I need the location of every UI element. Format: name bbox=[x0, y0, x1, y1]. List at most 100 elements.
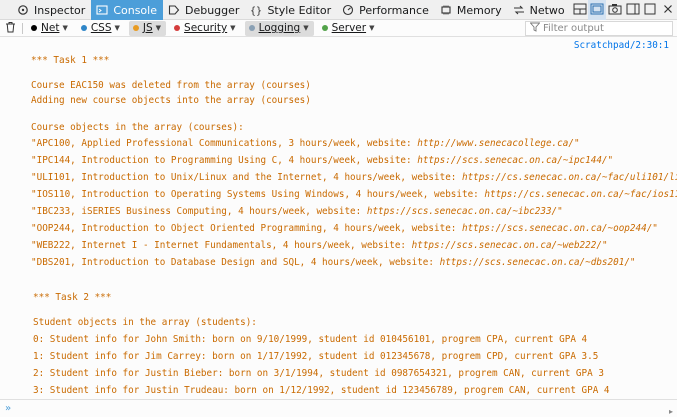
filter-css-button[interactable]: CSS ▼ bbox=[77, 21, 125, 36]
chevron-down-icon: ▼ bbox=[114, 24, 120, 32]
tab-label: Memory bbox=[456, 3, 502, 17]
close-devtools-button[interactable] bbox=[659, 0, 677, 20]
log-student-item: 2: Student info for Justin Bieber: born … bbox=[33, 368, 604, 379]
tab-label: Style Editor bbox=[267, 3, 332, 17]
tab-network[interactable]: Netwo bbox=[508, 0, 571, 20]
dock-button[interactable] bbox=[624, 0, 642, 20]
log-course-list-header: Course objects in the array (courses): bbox=[31, 122, 244, 133]
course-text: "WEB222, Internet I - Internet Fundament… bbox=[31, 240, 412, 251]
undock-button[interactable] bbox=[642, 0, 660, 20]
filter-output-input[interactable] bbox=[543, 23, 671, 34]
course-website-link[interactable]: https://cs.senecac.on.ca/~fac/ios110 bbox=[484, 189, 677, 200]
tab-performance[interactable]: Performance bbox=[337, 0, 435, 20]
clear-console-button[interactable] bbox=[0, 20, 20, 37]
svg-text:{}: {} bbox=[250, 6, 262, 16]
console-input-bar: » ▸ bbox=[0, 399, 677, 417]
course-text: "IPC144, Introduction to Programming Usi… bbox=[31, 155, 418, 166]
split-layout-icon bbox=[573, 3, 587, 18]
window-icon bbox=[643, 3, 657, 18]
tab-label: Netwo bbox=[529, 3, 565, 17]
chevron-down-icon: ▼ bbox=[369, 24, 375, 32]
course-website-link[interactable]: https://scs.senecac.on.ca/~oop244/ bbox=[462, 223, 652, 234]
filter-label: CSS bbox=[90, 22, 112, 34]
memory-icon bbox=[440, 4, 452, 16]
network-icon bbox=[513, 4, 525, 16]
screenshot-button[interactable] bbox=[606, 0, 624, 20]
tab-label: Console bbox=[113, 3, 157, 17]
filter-net-button[interactable]: Net ▼ bbox=[27, 21, 73, 36]
filter-label: Security bbox=[184, 22, 228, 34]
filter-server-button[interactable]: Server ▼ bbox=[318, 21, 380, 36]
log-student-item: 1: Student info for Jim Carrey: born on … bbox=[33, 351, 599, 362]
security-dot-icon bbox=[174, 25, 181, 31]
filter-js-button[interactable]: JS ▼ bbox=[128, 20, 167, 36]
inspector-icon bbox=[17, 4, 29, 16]
course-website-link[interactable]: https://scs.senecac.on.ca/~ibc233/ bbox=[367, 206, 557, 217]
course-website-link[interactable]: https://scs.senecac.on.ca/~ipc144/ bbox=[417, 155, 607, 166]
log-task2-header: *** Task 2 *** bbox=[33, 292, 112, 303]
log-course-item: "DBS201, Introduction to Database Design… bbox=[31, 257, 636, 268]
scroll-arrow-icon[interactable]: ▸ bbox=[666, 405, 676, 417]
console-icon bbox=[96, 4, 108, 16]
dock-side-icon bbox=[626, 3, 640, 18]
tab-inspector[interactable]: Inspector bbox=[0, 0, 91, 20]
course-website-link[interactable]: https://cs.senecac.on.ca/~fac/uli101/liv… bbox=[462, 172, 677, 183]
log-course-item: "APC100, Applied Professional Communicat… bbox=[31, 138, 580, 149]
js-dot-icon bbox=[132, 25, 139, 31]
course-text-end: " bbox=[573, 138, 580, 149]
devtools-toolbar: Inspector Console Debugger {} Style Edit… bbox=[0, 0, 677, 20]
course-website-link[interactable]: https://scs.senecac.on.ca/~web222/ bbox=[412, 240, 602, 251]
tab-label: Debugger bbox=[184, 3, 240, 17]
performance-icon bbox=[342, 4, 354, 16]
log-adding-courses: Adding new course objects into the array… bbox=[31, 95, 311, 106]
filter-security-button[interactable]: Security ▼ bbox=[170, 21, 241, 36]
console-filter-bar: Net ▼ CSS ▼ JS ▼ Security ▼ Logging ▼ Se… bbox=[0, 20, 677, 37]
course-text: "IOS110, Introduction to Operating Syste… bbox=[31, 189, 485, 200]
filter-logging-button[interactable]: Logging ▼ bbox=[244, 20, 314, 36]
filter-output-box[interactable] bbox=[525, 21, 673, 36]
filter-label: JS bbox=[142, 22, 153, 34]
prompt-chevron-icon: » bbox=[5, 403, 12, 414]
tab-console[interactable]: Console bbox=[91, 0, 163, 20]
camera-icon bbox=[608, 3, 622, 18]
chevron-down-icon: ▼ bbox=[230, 24, 236, 32]
tab-style-editor[interactable]: {} Style Editor bbox=[245, 0, 337, 20]
debugger-icon bbox=[168, 4, 180, 16]
log-task1-header: *** Task 1 *** bbox=[31, 55, 110, 66]
close-icon bbox=[662, 3, 674, 18]
course-text: "OOP244, Introduction to Object Oriented… bbox=[31, 223, 462, 234]
tab-memory[interactable]: Memory bbox=[435, 0, 508, 20]
tab-label: Inspector bbox=[34, 3, 86, 17]
split-console-icon bbox=[590, 3, 604, 18]
course-text-end: " bbox=[557, 206, 563, 217]
log-course-deleted: Course EAC150 was deleted from the array… bbox=[31, 80, 311, 91]
server-dot-icon bbox=[321, 25, 328, 31]
filter-label: Logging bbox=[258, 22, 301, 34]
css-dot-icon bbox=[80, 25, 87, 31]
chevron-down-icon: ▼ bbox=[155, 24, 162, 32]
chevron-down-icon: ▼ bbox=[303, 24, 309, 32]
log-student-list-header: Student objects in the array (students): bbox=[33, 317, 257, 328]
responsive-mode-button[interactable] bbox=[571, 0, 589, 20]
logging-dot-icon bbox=[248, 25, 255, 31]
course-text-end: " bbox=[607, 155, 614, 166]
log-student-item: 3: Student info for Justin Trudeau: born… bbox=[33, 385, 610, 396]
course-website-link[interactable]: http://www.senecacollege.ca/ bbox=[417, 138, 574, 149]
log-course-item: "OOP244, Introduction to Object Oriented… bbox=[31, 223, 658, 234]
chevron-down-icon: ▼ bbox=[62, 24, 68, 32]
filter-icon bbox=[529, 22, 541, 35]
log-course-item: "IBC233, iSERIES Business Computing, 4 h… bbox=[31, 206, 563, 217]
scratchpad-source-link[interactable]: Scratchpad/2:30:1 bbox=[574, 40, 669, 51]
trash-icon bbox=[5, 21, 16, 36]
separator bbox=[22, 22, 23, 34]
filter-label: Server bbox=[331, 22, 367, 34]
course-text: "APC100, Applied Professional Communicat… bbox=[31, 138, 418, 149]
split-console-button[interactable] bbox=[588, 0, 607, 20]
course-website-link[interactable]: https://scs.senecac.on.ca/~dbs201/ bbox=[440, 257, 630, 268]
console-output: Scratchpad/2:30:1 *** Task 1 *** Course … bbox=[0, 38, 677, 399]
course-text-end: " bbox=[629, 257, 636, 268]
js-input[interactable] bbox=[15, 401, 677, 416]
net-dot-icon bbox=[31, 25, 37, 31]
log-course-item: "ULI101, Introduction to Unix/Linux and … bbox=[31, 172, 677, 183]
tab-debugger[interactable]: Debugger bbox=[163, 0, 245, 20]
